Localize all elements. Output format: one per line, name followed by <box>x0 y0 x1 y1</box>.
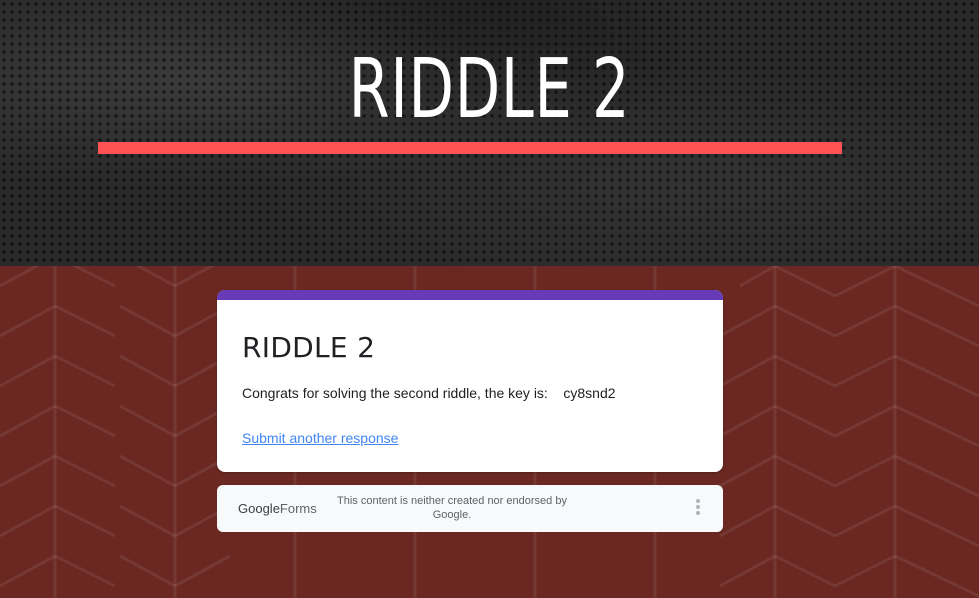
more-vertical-icon[interactable] <box>690 497 706 519</box>
logo-forms-text: Forms <box>279 501 317 516</box>
card-theme-bar <box>217 290 723 300</box>
banner-title: RIDDLE 2 <box>348 42 631 137</box>
dot <box>696 511 700 515</box>
banner-underline <box>98 142 842 154</box>
header-banner: RIDDLE 2 <box>0 0 979 266</box>
forms-footer: GoogleForms This content is neither crea… <box>217 485 723 532</box>
page: RIDDLE 2 RIDDLE 2 Congrats for solving t… <box>0 0 979 598</box>
google-forms-logo[interactable]: GoogleForms <box>238 500 317 518</box>
form-card: RIDDLE 2 Congrats for solving the second… <box>217 290 723 472</box>
dot <box>696 499 700 503</box>
dot <box>696 505 700 509</box>
disclaimer-text: This content is neither created nor endo… <box>337 495 567 521</box>
logo-google-text: Google <box>238 501 280 516</box>
submit-another-response-link[interactable]: Submit another response <box>242 428 398 448</box>
form-title: RIDDLE 2 <box>242 331 376 364</box>
confirmation-message: Congrats for solving the second riddle, … <box>242 385 616 401</box>
